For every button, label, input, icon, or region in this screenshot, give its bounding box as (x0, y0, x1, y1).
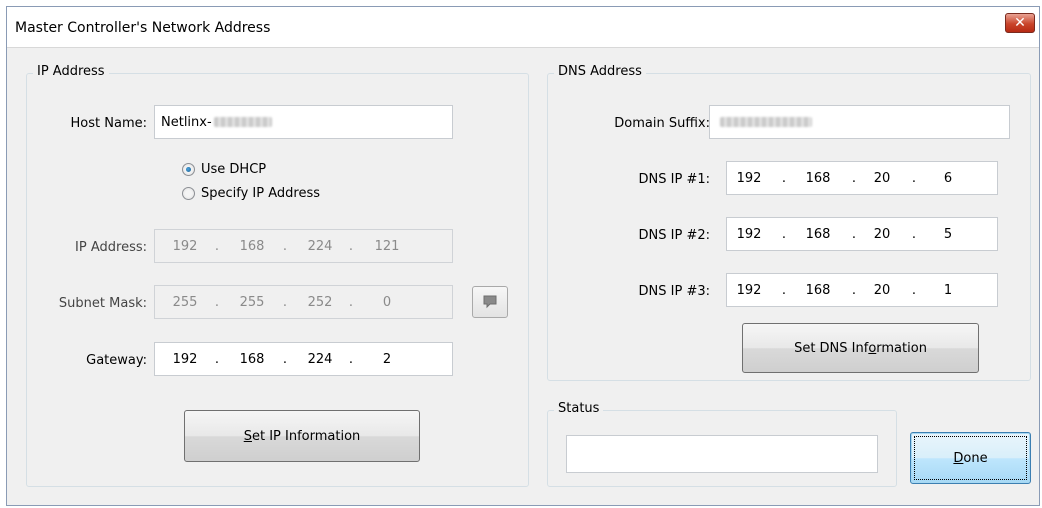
note-button[interactable] (472, 286, 508, 318)
dns1-octet-3: 20 (873, 171, 891, 186)
ip-separator: . (911, 227, 917, 242)
dns2-octet-4: 5 (943, 227, 953, 242)
dialog-window: Master Controller's Network Address ✕ IP… (6, 6, 1040, 506)
dns3-octet-1: 192 (736, 283, 762, 298)
title-bar: Master Controller's Network Address ✕ (7, 7, 1039, 48)
dns2-octet-3: 20 (873, 227, 891, 242)
subnet-octet-3: 252 (307, 295, 333, 310)
ip-address-group-legend: IP Address (33, 64, 109, 79)
dns3-octet-3: 20 (873, 283, 891, 298)
dns1-octet-4: 6 (943, 171, 953, 186)
ip-address-group: IP Address Host Name: Netlinx- Use DHCP … (26, 64, 529, 487)
ip-separator: . (282, 295, 288, 310)
dns-ip-3-label: DNS IP #3: (638, 284, 710, 299)
ip-separator: . (781, 171, 787, 186)
ip-separator: . (911, 171, 917, 186)
subnet-mask-field[interactable]: 255 . 255 . 252 . 0 (154, 285, 453, 319)
redacted-text (720, 117, 812, 127)
dns-ip-3-field[interactable]: 192 . 168 . 20 . 1 (726, 273, 998, 307)
dns-address-group-legend: DNS Address (554, 64, 646, 79)
status-group-legend: Status (554, 401, 604, 416)
ip-separator: . (214, 295, 220, 310)
domain-suffix-label: Domain Suffix: (614, 116, 710, 131)
subnet-octet-1: 255 (172, 295, 198, 310)
gateway-octet-4: 2 (382, 352, 392, 367)
set-ip-information-button[interactable]: Set IP Information (184, 410, 420, 462)
use-dhcp-label: Use DHCP (201, 162, 267, 177)
host-name-label: Host Name: (70, 116, 147, 131)
dns1-octet-1: 192 (736, 171, 762, 186)
ip-separator: . (781, 227, 787, 242)
ip-separator: . (851, 227, 857, 242)
specify-ip-label: Specify IP Address (201, 186, 321, 201)
subnet-mask-label: Subnet Mask: (58, 296, 147, 311)
host-name-input[interactable]: Netlinx- (154, 105, 453, 139)
gateway-label: Gateway: (86, 353, 147, 368)
dns-ip-2-label: DNS IP #2: (638, 228, 710, 243)
window-title: Master Controller's Network Address (15, 20, 271, 36)
ip-separator: . (851, 283, 857, 298)
specify-ip-radio[interactable]: Specify IP Address (182, 186, 320, 201)
dns1-octet-2: 168 (805, 171, 831, 186)
ip-octet-2: 168 (239, 239, 265, 254)
set-dns-information-button[interactable]: Set DNS Information (742, 323, 979, 373)
dns3-octet-4: 1 (943, 283, 953, 298)
host-name-value: Netlinx- (161, 114, 212, 130)
gateway-octet-2: 168 (239, 352, 265, 367)
close-button[interactable]: ✕ (1005, 13, 1035, 33)
ip-separator: . (781, 283, 787, 298)
ip-address-label: IP Address: (75, 240, 147, 255)
dns-ip-1-field[interactable]: 192 . 168 . 20 . 6 (726, 161, 998, 195)
ip-octet-4: 121 (374, 239, 400, 254)
dns-address-group: DNS Address Domain Suffix: DNS IP #1: 19… (547, 64, 1031, 381)
ip-octet-1: 192 (172, 239, 198, 254)
done-button[interactable]: Done (910, 432, 1031, 484)
dns2-octet-1: 192 (736, 227, 762, 242)
set-ip-information-label: Set IP Information (243, 428, 361, 444)
ip-separator: . (348, 239, 354, 254)
dns-ip-2-field[interactable]: 192 . 168 . 20 . 5 (726, 217, 998, 251)
specify-ip-radio-button[interactable] (182, 187, 195, 200)
ip-separator: . (282, 352, 288, 367)
ip-separator: . (214, 239, 220, 254)
dns2-octet-2: 168 (805, 227, 831, 242)
gateway-octet-3: 224 (307, 352, 333, 367)
ip-separator: . (851, 171, 857, 186)
ip-separator: . (282, 239, 288, 254)
gateway-field[interactable]: 192 . 168 . 224 . 2 (154, 342, 453, 376)
subnet-octet-2: 255 (239, 295, 265, 310)
status-field (566, 435, 878, 473)
use-dhcp-radio-button[interactable] (182, 163, 195, 176)
ip-separator: . (911, 283, 917, 298)
dns-ip-1-label: DNS IP #1: (638, 172, 710, 187)
use-dhcp-radio[interactable]: Use DHCP (182, 162, 266, 177)
note-icon (483, 295, 497, 309)
ip-separator: . (348, 352, 354, 367)
focus-indicator (914, 436, 1027, 480)
domain-suffix-input[interactable] (709, 105, 1010, 139)
status-group: Status (547, 401, 897, 487)
subnet-octet-4: 0 (382, 295, 392, 310)
close-icon: ✕ (1014, 15, 1026, 31)
redacted-text (213, 117, 272, 127)
gateway-octet-1: 192 (172, 352, 198, 367)
dns3-octet-2: 168 (805, 283, 831, 298)
ip-address-field[interactable]: 192 . 168 . 224 . 121 (154, 229, 453, 263)
ip-separator: . (348, 295, 354, 310)
ip-octet-3: 224 (307, 239, 333, 254)
ip-separator: . (214, 352, 220, 367)
set-dns-information-label: Set DNS Information (794, 340, 927, 356)
